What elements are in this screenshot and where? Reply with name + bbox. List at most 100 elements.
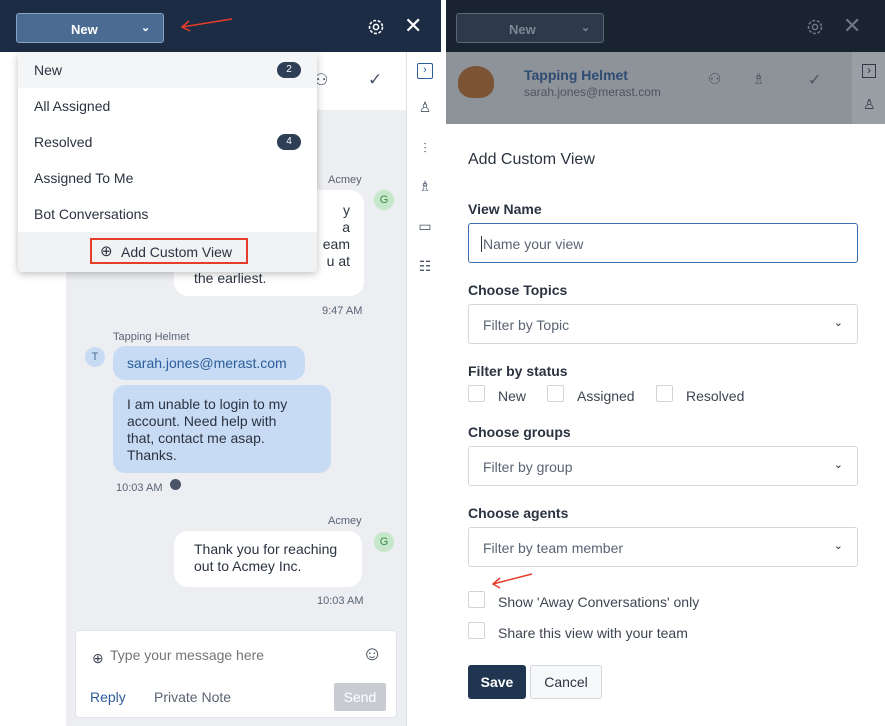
away-only-checkbox[interactable] [468, 591, 485, 608]
agents-placeholder: Filter by team member [483, 540, 624, 556]
assign-icon: ♗ [752, 71, 766, 88]
topics-select[interactable]: Filter by Topic ⌄ [468, 304, 858, 344]
agents-select[interactable]: Filter by team member ⌄ [468, 527, 858, 567]
add-custom-view-modal: Add Custom View View Name Name your view… [446, 124, 885, 726]
side-icon-column: › ♙ [852, 52, 885, 124]
msg-line: Thank you for reaching [194, 541, 338, 557]
analytics-icon[interactable]: ⫶ [417, 140, 433, 156]
dimmed-contact-header: Tapping Helmet sarah.jones@merast.com ⚇ … [446, 52, 885, 124]
gear-icon[interactable] [366, 17, 386, 37]
status-new-label: New [498, 388, 527, 404]
agent-avatar: G [374, 532, 394, 552]
msg-line: Thanks. [127, 447, 177, 463]
view-selector-button[interactable]: New ⌄ [16, 13, 164, 43]
msg-line: out to Acmey Inc. [194, 558, 302, 574]
menu-item-resolved[interactable]: Resolved 4 [18, 124, 317, 160]
close-icon[interactable]: ✕ [404, 13, 422, 39]
check-icon: ✓ [808, 72, 822, 89]
msg-line: I am unable to login to my [127, 396, 288, 412]
gear-icon [807, 19, 823, 35]
device-icon[interactable]: ▭ [417, 218, 433, 234]
red-arrow-annotation [491, 573, 533, 589]
status-assigned-checkbox[interactable] [547, 385, 564, 402]
view-name-label: View Name [468, 201, 542, 217]
groups-placeholder: Filter by group [483, 459, 573, 475]
topics-placeholder: Filter by Topic [483, 317, 570, 333]
status-resolved-label: Resolved [686, 388, 745, 404]
contact-icon[interactable]: ♙ [417, 99, 433, 115]
assign-icon[interactable]: ♗ [417, 178, 433, 194]
agent-name: Acmey [328, 174, 362, 186]
chevron-down-icon: ⌄ [833, 317, 843, 329]
msg-line: that, contact me asap. [127, 430, 265, 446]
msg-line: the earliest. [194, 270, 267, 286]
send-button[interactable]: Send [334, 683, 386, 711]
menu-item-label: New [34, 62, 63, 78]
save-button[interactable]: Save [468, 665, 526, 699]
menu-item-all-assigned[interactable]: All Assigned [18, 88, 317, 124]
close-icon: ✕ [843, 13, 862, 38]
chevron-down-icon: ⌄ [833, 459, 843, 471]
agent-avatar: G [374, 190, 394, 210]
chevron-down-icon: ⌄ [581, 22, 591, 34]
status-resolved-checkbox[interactable] [656, 385, 673, 402]
menu-item-label: Resolved [34, 134, 93, 150]
menu-item-label: Assigned To Me [34, 170, 134, 186]
status-new-checkbox[interactable] [468, 385, 485, 402]
settings-sliders-icon[interactable]: ☷ [417, 258, 433, 274]
status-label: Filter by status [468, 363, 568, 379]
view-name-input[interactable]: Name your view [468, 223, 858, 263]
message-time: 10:03 AM [116, 482, 163, 494]
modal-title: Add Custom View [468, 151, 595, 168]
add-custom-view-button[interactable]: ⊕ Add Custom View [90, 238, 248, 264]
groups-select[interactable]: Filter by group ⌄ [468, 446, 858, 486]
chevron-down-icon: ⌄ [833, 540, 843, 552]
clock-icon [170, 479, 181, 490]
message-composer: ⊕ ☺ Reply Private Note Send [75, 630, 397, 718]
message-input[interactable] [110, 645, 340, 665]
top-bar: New ⌄ ✕ [0, 0, 441, 52]
customer-message-bubble: I am unable to login to my account. Need… [113, 385, 331, 473]
count-badge: 2 [277, 62, 301, 78]
contact-name: Tapping Helmet [524, 67, 628, 83]
share-view-label: Share this view with your team [498, 625, 688, 641]
cancel-button[interactable]: Cancel [530, 665, 602, 699]
menu-item-bot-conversations[interactable]: Bot Conversations [18, 196, 317, 232]
menu-item-new[interactable]: New 2 [18, 52, 317, 88]
customer-name: Tapping Helmet [113, 331, 190, 343]
side-icon-column: › ♙ ⫶ ♗ ▭ ☷ [406, 52, 441, 726]
view-selector-label: New [71, 22, 98, 37]
message-time: 9:47 AM [322, 305, 363, 317]
red-arrow-annotation [180, 18, 233, 32]
assign-agents-icon: ⚇ [708, 71, 722, 88]
share-view-checkbox[interactable] [468, 622, 485, 639]
tab-private-note[interactable]: Private Note [154, 689, 231, 705]
menu-item-label: Bot Conversations [34, 206, 149, 222]
agents-label: Choose agents [468, 505, 569, 521]
add-attachment-icon[interactable]: ⊕ [92, 650, 104, 667]
agent-reply-bubble: Thank you for reaching out to Acmey Inc. [174, 531, 362, 587]
menu-item-label: All Assigned [34, 98, 111, 114]
count-badge: 4 [277, 134, 301, 150]
contact-email: sarah.jones@merast.com [524, 85, 661, 99]
contact-icon: ♙ [863, 96, 876, 112]
view-selector-label: New [509, 22, 536, 37]
check-icon[interactable]: ✓ [368, 70, 382, 90]
msg-line: account. Need help with [127, 413, 277, 429]
message-time: 10:03 AM [317, 595, 364, 607]
view-selector-button: New ⌄ [456, 13, 604, 43]
expand-panel-icon: › [862, 64, 876, 78]
plus-circle-icon: ⊕ [100, 243, 113, 260]
customer-email-bubble[interactable]: sarah.jones@merast.com [113, 346, 305, 380]
menu-item-assigned-to-me[interactable]: Assigned To Me [18, 160, 317, 196]
emoji-icon[interactable]: ☺ [362, 643, 382, 666]
expand-panel-icon[interactable]: › [417, 63, 433, 79]
view-name-placeholder: Name your view [481, 236, 584, 252]
customer-avatar: T [85, 347, 105, 367]
away-only-label: Show 'Away Conversations' only [498, 594, 700, 610]
status-assigned-label: Assigned [577, 388, 635, 404]
tab-reply[interactable]: Reply [90, 689, 126, 705]
top-bar-dimmed: New ⌄ ✕ [446, 0, 885, 52]
add-custom-view-label: Add Custom View [121, 244, 233, 260]
right-panel: New ⌄ ✕ Tapping Helmet sarah.jones@meras… [446, 0, 885, 726]
